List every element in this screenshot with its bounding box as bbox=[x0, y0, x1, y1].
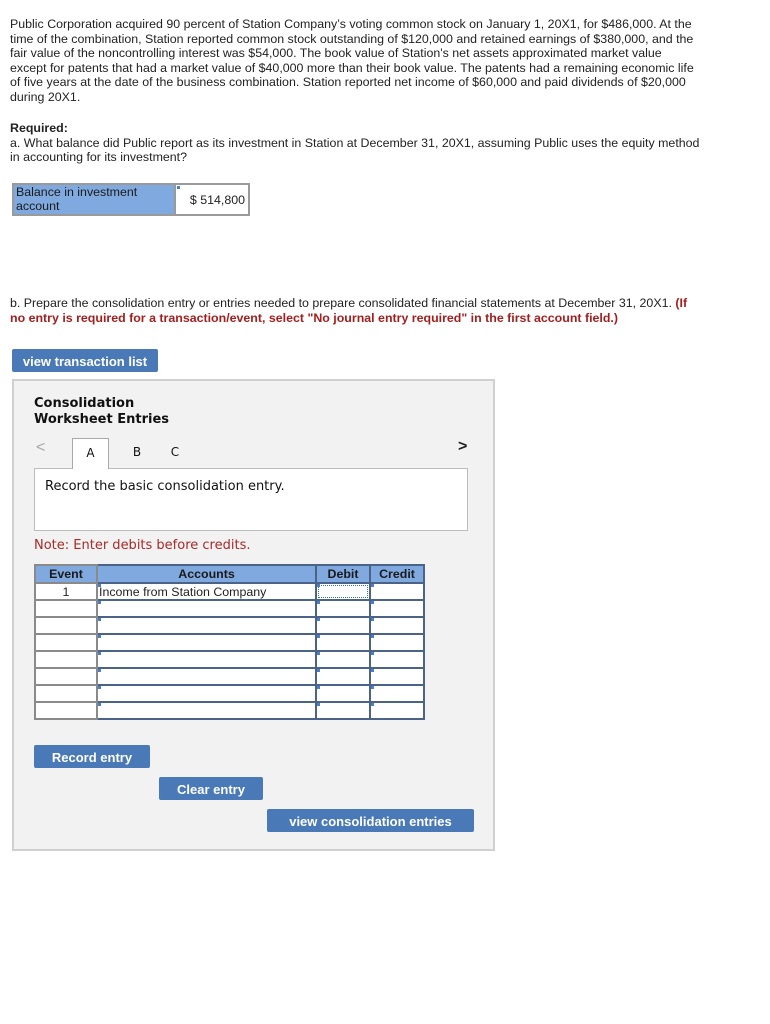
consolidation-worksheet-panel: Consolidation Worksheet Entries < A B C … bbox=[12, 379, 495, 851]
table-row bbox=[34, 633, 425, 652]
debit-input[interactable] bbox=[315, 633, 371, 652]
credit-input[interactable] bbox=[369, 599, 425, 618]
account-input[interactable] bbox=[96, 701, 317, 720]
account-input[interactable] bbox=[96, 650, 317, 669]
entry-instruction: Record the basic consolidation entry. bbox=[34, 468, 468, 531]
event-cell bbox=[34, 599, 98, 618]
event-cell bbox=[34, 650, 98, 669]
column-header-event: Event bbox=[34, 564, 98, 584]
credit-input[interactable] bbox=[369, 616, 425, 635]
column-header-debit: Debit bbox=[315, 564, 371, 584]
chevron-left-icon[interactable]: < bbox=[36, 439, 45, 457]
credit-input[interactable] bbox=[369, 701, 425, 720]
part-b-text: b. Prepare the consolidation entry or en… bbox=[10, 296, 672, 310]
debit-input[interactable] bbox=[315, 684, 371, 703]
debit-input[interactable] bbox=[315, 582, 371, 601]
worksheet-title-line1: Consolidation bbox=[34, 396, 135, 411]
problem-statement: Public Corporation acquired 90 percent o… bbox=[10, 17, 694, 104]
view-consolidation-entries-button[interactable]: view consolidation entries bbox=[267, 809, 474, 832]
table-row bbox=[34, 650, 425, 669]
credit-input[interactable] bbox=[369, 633, 425, 652]
event-cell: 1 bbox=[34, 582, 98, 601]
debit-input[interactable] bbox=[315, 701, 371, 720]
credit-input[interactable] bbox=[369, 650, 425, 669]
account-input[interactable] bbox=[96, 599, 317, 618]
clear-entry-button[interactable]: Clear entry bbox=[159, 777, 263, 800]
view-transaction-list-button[interactable]: view transaction list bbox=[12, 349, 158, 372]
tab-c[interactable]: C bbox=[166, 438, 184, 469]
debit-input[interactable] bbox=[315, 667, 371, 686]
account-input[interactable] bbox=[96, 684, 317, 703]
table-row bbox=[34, 616, 425, 635]
table-row bbox=[34, 701, 425, 720]
record-entry-button[interactable]: Record entry bbox=[34, 745, 150, 768]
event-cell bbox=[34, 616, 98, 635]
debits-note: Note: Enter debits before credits. bbox=[34, 538, 251, 553]
event-cell bbox=[34, 667, 98, 686]
worksheet-title-line2: Worksheet Entries bbox=[34, 412, 170, 427]
required-section: Required: a. What balance did Public rep… bbox=[10, 121, 700, 165]
required-heading: Required: bbox=[10, 121, 68, 135]
balance-label: Balance in investment account bbox=[12, 183, 176, 216]
part-a-question: a. What balance did Public report as its… bbox=[10, 135, 700, 165]
credit-input[interactable] bbox=[369, 667, 425, 686]
debit-input[interactable] bbox=[315, 616, 371, 635]
column-header-accounts: Accounts bbox=[96, 564, 317, 584]
table-row bbox=[34, 599, 425, 618]
tab-b[interactable]: B bbox=[128, 438, 146, 469]
credit-input[interactable] bbox=[369, 582, 425, 601]
event-cell bbox=[34, 684, 98, 703]
debit-input[interactable] bbox=[315, 599, 371, 618]
chevron-right-icon[interactable]: > bbox=[458, 438, 467, 456]
table-row: 1 Income from Station Company bbox=[34, 582, 425, 601]
tab-a[interactable]: A bbox=[72, 438, 109, 469]
part-b-question: b. Prepare the consolidation entry or en… bbox=[10, 296, 700, 325]
account-input[interactable] bbox=[96, 633, 317, 652]
table-row bbox=[34, 667, 425, 686]
journal-entry-table: Event Accounts Debit Credit 1 Income fro… bbox=[34, 564, 425, 720]
event-cell bbox=[34, 701, 98, 720]
debit-input[interactable] bbox=[315, 650, 371, 669]
column-header-credit: Credit bbox=[369, 564, 425, 584]
account-input[interactable]: Income from Station Company bbox=[96, 582, 317, 601]
balance-table: Balance in investment account $ 514,800 bbox=[12, 183, 250, 216]
credit-input[interactable] bbox=[369, 684, 425, 703]
table-row bbox=[34, 684, 425, 703]
account-input[interactable] bbox=[96, 616, 317, 635]
account-input[interactable] bbox=[96, 667, 317, 686]
event-cell bbox=[34, 633, 98, 652]
worksheet-title: Consolidation Worksheet Entries bbox=[34, 396, 169, 428]
balance-input[interactable]: $ 514,800 bbox=[174, 183, 250, 216]
